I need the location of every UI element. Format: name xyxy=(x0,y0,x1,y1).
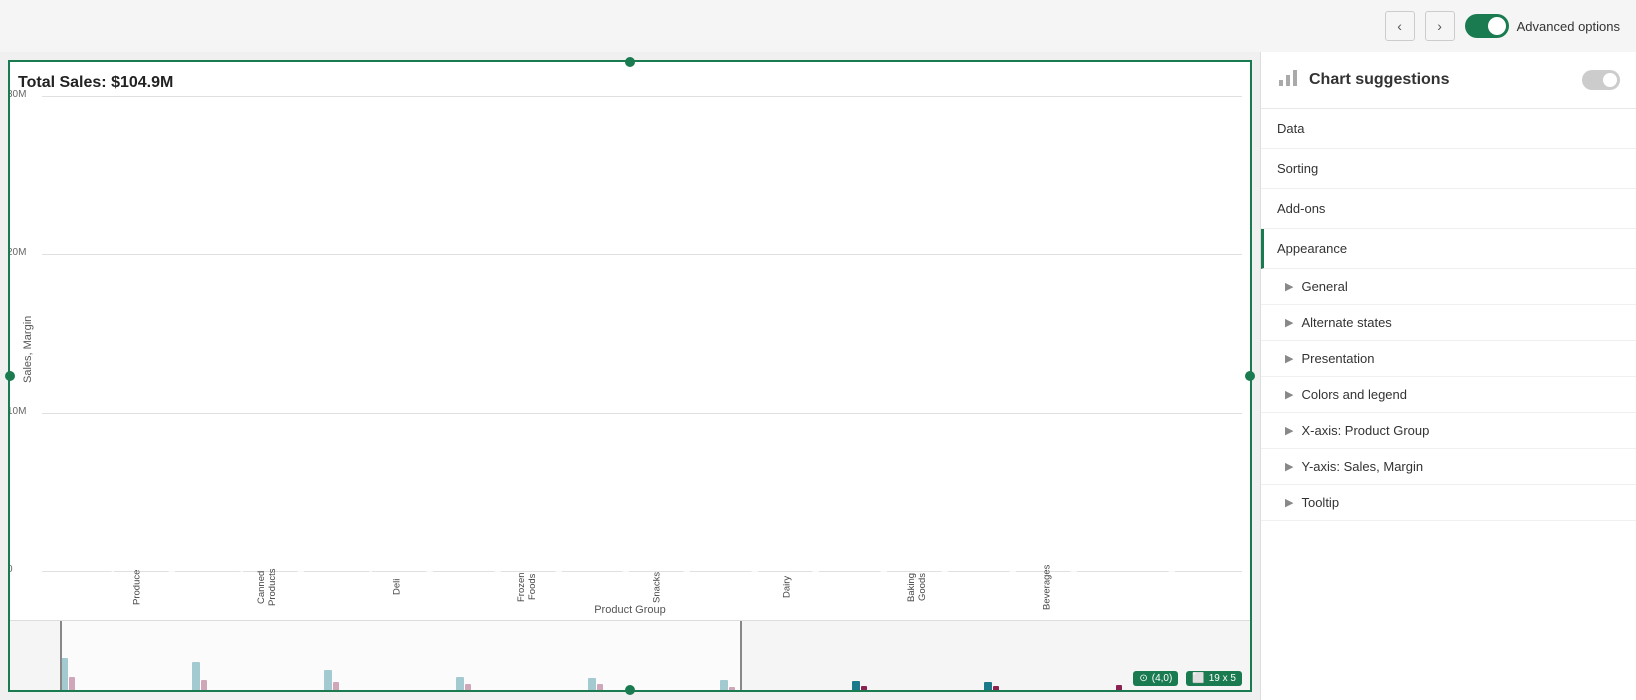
panel-title: Chart suggestions xyxy=(1309,71,1449,89)
data-label: Data xyxy=(1277,121,1304,136)
chevron-presentation: ▶ xyxy=(1285,352,1293,365)
bars-container: 24.16M9.45M20.52M7.72M14.63M6.16M9.49M4.… xyxy=(72,96,1242,572)
panel-menu-item-appearance[interactable]: Appearance xyxy=(1261,229,1636,269)
general-label: General xyxy=(1301,279,1347,294)
mini-bar-purple-8 xyxy=(1116,685,1122,690)
chart-wrapper[interactable]: Total Sales: $104.9M Sales, Margin 30M 2… xyxy=(8,60,1252,692)
mini-bar-purple-6 xyxy=(861,686,867,690)
mini-chart[interactable] xyxy=(10,620,1250,690)
advanced-options-toggle[interactable] xyxy=(1465,14,1509,38)
chart-inner: Total Sales: $104.9M Sales, Margin 30M 2… xyxy=(10,62,1250,620)
grid-label-20m: 20M xyxy=(10,247,26,258)
main-content: Total Sales: $104.9M Sales, Margin 30M 2… xyxy=(0,52,1636,700)
mini-bar-teal-7 xyxy=(984,682,992,690)
panel-menu-item-sorting[interactable]: Sorting xyxy=(1261,149,1636,189)
colors-legend-label: Colors and legend xyxy=(1301,387,1407,402)
y-axis-label: Sales, Margin xyxy=(18,96,38,602)
panel-section-alternate-states[interactable]: ▶ Alternate states xyxy=(1261,305,1636,341)
panel-section-presentation[interactable]: ▶ Presentation xyxy=(1261,341,1636,377)
resize-handle-top[interactable] xyxy=(625,57,635,67)
size-value: 19 x 5 xyxy=(1209,673,1236,684)
mini-bar-teal-6 xyxy=(852,681,860,690)
presentation-label: Presentation xyxy=(1301,351,1374,366)
panel-menu-item-data[interactable]: Data xyxy=(1261,109,1636,149)
chart-status: ⊙ (4,0) ⬜ 19 x 5 xyxy=(1133,671,1242,686)
x-label-4: Snacks xyxy=(597,572,717,602)
mini-bar-purple-7 xyxy=(993,686,999,690)
sorting-label: Sorting xyxy=(1277,161,1318,176)
x-axis-title: Product Group xyxy=(18,602,1242,618)
resize-handle-bottom[interactable] xyxy=(625,685,635,695)
advanced-options-label: Advanced options xyxy=(1517,19,1620,34)
panel-header: Chart suggestions xyxy=(1261,52,1636,109)
chevron-colors-legend: ▶ xyxy=(1285,388,1293,401)
grid-label-0: 0 xyxy=(10,564,13,575)
panel-suggestions-toggle[interactable] xyxy=(1582,70,1620,90)
chart-area: Total Sales: $104.9M Sales, Margin 30M 2… xyxy=(0,52,1260,700)
panel-section-colors-legend[interactable]: ▶ Colors and legend xyxy=(1261,377,1636,413)
panel-section-y-axis[interactable]: ▶ Y-axis: Sales, Margin xyxy=(1261,449,1636,485)
chevron-alternate-states: ▶ xyxy=(1285,316,1293,329)
advanced-options-toggle-container: Advanced options xyxy=(1465,14,1620,38)
chevron-y-axis: ▶ xyxy=(1285,460,1293,473)
x-label-2: Deli xyxy=(337,572,457,602)
next-button[interactable]: › xyxy=(1425,11,1455,41)
x-axis-labels: Produce Canned Products Deli Frozen Foods Sn… xyxy=(72,572,1242,602)
panel-section-tooltip[interactable]: ▶ Tooltip xyxy=(1261,485,1636,521)
x-label-8 xyxy=(1117,572,1237,602)
resize-handle-left[interactable] xyxy=(5,371,15,381)
x-label-3: Frozen Foods xyxy=(467,572,587,602)
top-toolbar: ‹ › Advanced options xyxy=(0,0,1636,52)
alternate-states-label: Alternate states xyxy=(1301,315,1391,330)
panel-menu-item-addons[interactable]: Add-ons xyxy=(1261,189,1636,229)
chart-body: Sales, Margin 30M 20M 10M xyxy=(18,96,1242,602)
chart-suggestions-icon xyxy=(1277,66,1299,94)
mini-bar-group-7 xyxy=(984,682,1113,690)
panel-section-x-axis[interactable]: ▶ X-axis: Product Group xyxy=(1261,413,1636,449)
resize-handle-right[interactable] xyxy=(1245,371,1255,381)
panel-title-row: Chart suggestions xyxy=(1277,66,1449,94)
chart-title: Total Sales: $104.9M xyxy=(18,74,1242,92)
mini-chart-selection[interactable] xyxy=(60,621,742,690)
grid-label-30m: 30M xyxy=(10,89,26,100)
addons-label: Add-ons xyxy=(1277,201,1325,216)
chevron-tooltip: ▶ xyxy=(1285,496,1293,509)
grid-label-10m: 10M xyxy=(10,406,26,417)
x-label-6: Baking Goods xyxy=(857,572,977,602)
x-label-7: Beverages xyxy=(987,572,1107,602)
panel-section-general[interactable]: ▶ General xyxy=(1261,269,1636,305)
target-icon: ⊙ xyxy=(1139,673,1147,684)
right-panel: Chart suggestions Data Sorting Add-ons A… xyxy=(1260,52,1636,700)
x-label-0: Produce xyxy=(77,572,197,602)
x-label-5: Dairy xyxy=(727,572,847,602)
prev-button[interactable]: ‹ xyxy=(1385,11,1415,41)
mini-bar-group-6 xyxy=(852,681,981,690)
size-badge: ⬜ 19 x 5 xyxy=(1186,671,1242,686)
chevron-x-axis: ▶ xyxy=(1285,424,1293,437)
tooltip-label: Tooltip xyxy=(1301,495,1339,510)
y-axis-label-panel: Y-axis: Sales, Margin xyxy=(1301,459,1423,474)
appearance-label: Appearance xyxy=(1277,241,1347,256)
chart-plot: 30M 20M 10M 0 xyxy=(42,96,1242,602)
x-axis-label: X-axis: Product Group xyxy=(1301,423,1429,438)
x-label-1: Canned Products xyxy=(207,572,327,602)
chevron-general: ▶ xyxy=(1285,280,1293,293)
resize-icon: ⬜ xyxy=(1192,673,1204,684)
coords-value: (4,0) xyxy=(1152,673,1173,684)
coords-badge: ⊙ (4,0) xyxy=(1133,671,1178,686)
